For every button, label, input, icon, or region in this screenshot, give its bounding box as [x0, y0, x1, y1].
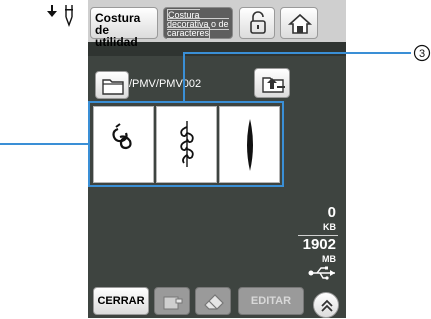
pattern-tile-3[interactable] [219, 106, 280, 183]
pattern-tile-2[interactable] [156, 106, 217, 183]
delete-button[interactable] [195, 287, 231, 315]
pattern-list [88, 101, 284, 187]
folder-up-icon [262, 77, 285, 93]
decorative-stitch-button[interactable]: Costura decorativa o de caracteres [163, 7, 233, 39]
edit-button[interactable]: EDITAR [238, 287, 304, 315]
stitch-pattern-knot-icon [112, 123, 132, 150]
callout-line-3-vertical [183, 52, 185, 102]
callout-line-3-horizontal [183, 52, 411, 54]
folder-button[interactable] [95, 71, 129, 99]
delete-icon [204, 294, 224, 310]
home-button[interactable] [280, 7, 318, 39]
folder-up-button[interactable] [254, 68, 290, 98]
needle-icon [47, 5, 73, 27]
usb-icon [308, 266, 335, 280]
save-to-memory-icon [163, 296, 183, 310]
collapse-button[interactable] [313, 292, 339, 318]
pattern-tile-1[interactable] [93, 106, 154, 183]
lock-icon [250, 11, 266, 34]
stitch-pattern-leaf-icon [180, 121, 194, 167]
stitch-pattern-diamond-icon [247, 119, 253, 171]
save-to-memory-button[interactable] [154, 287, 190, 315]
callout-label-3: 3 [419, 48, 425, 60]
home-icon [287, 13, 313, 34]
decorative-stitch-label: Costura decorativa o de caracteres [167, 9, 229, 39]
callout-marker-3: 3 [413, 44, 431, 62]
used-memory-value: 0 [327, 204, 336, 221]
folder-icon [102, 79, 124, 95]
callout-line-left [0, 143, 90, 145]
used-memory-unit: KB [323, 222, 336, 232]
close-button[interactable]: CERRAR [93, 287, 149, 315]
lock-button[interactable] [239, 7, 275, 39]
free-memory-value: 1902 [302, 236, 336, 253]
utility-stitch-button[interactable]: Costura de utilidad [90, 7, 158, 48]
current-path: /PMV/PMV002 [129, 78, 202, 90]
chevron-up-icon [321, 299, 333, 312]
free-memory-unit: MB [322, 254, 336, 264]
